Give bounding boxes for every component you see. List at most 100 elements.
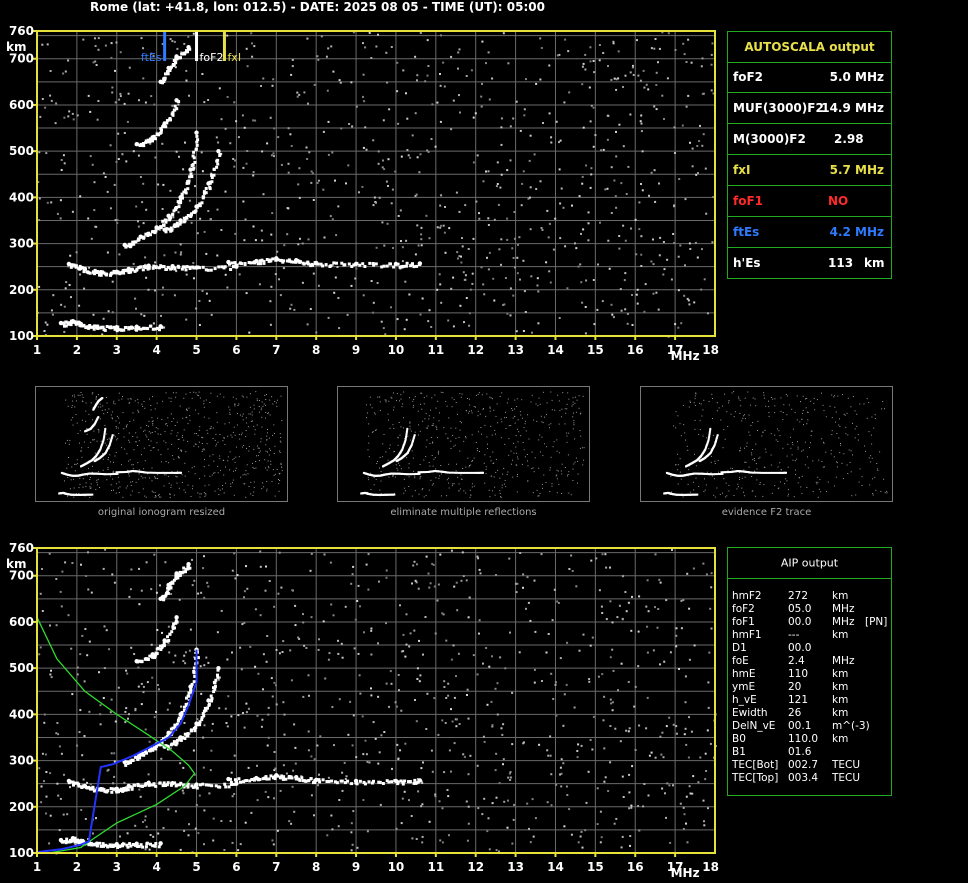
noise-dot (250, 493, 252, 495)
noise-dot (102, 567, 105, 570)
noise-dot (248, 413, 250, 415)
noise-dot (253, 425, 255, 427)
noise-dot (428, 309, 431, 312)
data-point (126, 266, 131, 272)
noise-dot (704, 478, 705, 480)
noise-dot (149, 477, 150, 479)
noise-dot (50, 309, 53, 312)
noise-dot (570, 554, 573, 557)
noise-dot (188, 94, 190, 97)
noise-dot (670, 278, 673, 281)
noise-dot (211, 722, 214, 725)
noise-dot (753, 458, 755, 459)
noise-dot (477, 415, 479, 417)
noise-dot (468, 466, 470, 468)
noise-dot (598, 59, 601, 62)
noise-dot (172, 661, 175, 664)
trace-point (709, 473, 712, 476)
noise-dot (743, 491, 744, 493)
noise-dot (872, 494, 874, 496)
noise-dot (292, 769, 295, 772)
noise-dot (714, 463, 716, 464)
noise-dot (507, 398, 509, 400)
noise-dot (49, 70, 52, 72)
noise-dot (497, 469, 499, 471)
noise-dot (418, 424, 420, 426)
noise-dot (165, 423, 166, 425)
noise-dot (79, 442, 80, 444)
noise-dot (414, 55, 417, 58)
noise-dot (320, 35, 323, 38)
noise-dot (456, 463, 457, 465)
noise-dot (117, 476, 119, 478)
noise-dot (241, 446, 243, 448)
noise-dot (40, 801, 43, 804)
trace-point (113, 473, 116, 475)
noise-dot (548, 424, 550, 426)
noise-dot (170, 484, 172, 486)
noise-dot (536, 420, 538, 422)
noise-dot (665, 725, 668, 728)
noise-dot (639, 79, 642, 82)
noise-dot (414, 431, 416, 433)
noise-dot (661, 787, 664, 790)
noise-dot (127, 92, 130, 95)
noise-dot (102, 405, 104, 407)
noise-dot (566, 641, 569, 644)
noise-dot (567, 392, 569, 394)
noise-dot (198, 441, 200, 443)
noise-dot (730, 413, 732, 415)
noise-dot (675, 732, 678, 735)
noise-dot (524, 456, 526, 458)
noise-dot (210, 749, 213, 752)
noise-dot (106, 251, 109, 254)
noise-dot (822, 404, 824, 406)
noise-dot (446, 495, 448, 497)
noise-dot (642, 69, 645, 72)
noise-dot (370, 653, 373, 656)
noise-dot (475, 200, 478, 203)
noise-dot (340, 642, 343, 645)
noise-dot (84, 818, 87, 820)
noise-dot (420, 233, 423, 236)
noise-dot (63, 116, 66, 119)
noise-dot (687, 483, 689, 485)
noise-dot (387, 158, 390, 161)
noise-dot (143, 430, 145, 432)
y-tick-label: 100 (9, 329, 34, 343)
noise-dot (465, 437, 467, 439)
noise-dot (121, 447, 123, 449)
noise-dot (58, 829, 61, 832)
trace-point (759, 471, 762, 474)
noise-dot (501, 733, 504, 736)
noise-dot (467, 248, 470, 250)
noise-dot (185, 451, 187, 453)
noise-dot (379, 489, 381, 491)
noise-dot (631, 595, 633, 598)
noise-dot (402, 650, 405, 653)
noise-dot (452, 644, 455, 647)
ionogram-top-chart: ftEs foF2 fxI1 2 3 4 5 6 7 8 9 10 11 12 13 14 15 16 17 18MH… (6, 25, 719, 363)
noise-dot (233, 552, 236, 555)
noise-dot (328, 652, 331, 655)
noise-dot (538, 439, 540, 441)
noise-dot (702, 133, 705, 136)
noise-dot (153, 716, 156, 719)
noise-dot (691, 792, 694, 795)
noise-dot (246, 65, 249, 68)
noise-dot (665, 599, 668, 602)
noise-dot (118, 392, 120, 394)
noise-dot (388, 419, 389, 421)
noise-dot (154, 156, 157, 159)
noise-dot (450, 708, 452, 711)
noise-dot (197, 832, 200, 835)
noise-dot (182, 766, 185, 769)
noise-dot (545, 261, 548, 264)
noise-dot (183, 439, 185, 441)
noise-dot (829, 405, 831, 407)
noise-dot (573, 424, 575, 426)
data-point (166, 213, 171, 219)
noise-dot (572, 428, 574, 430)
noise-dot (768, 400, 769, 402)
noise-dot (609, 566, 611, 569)
